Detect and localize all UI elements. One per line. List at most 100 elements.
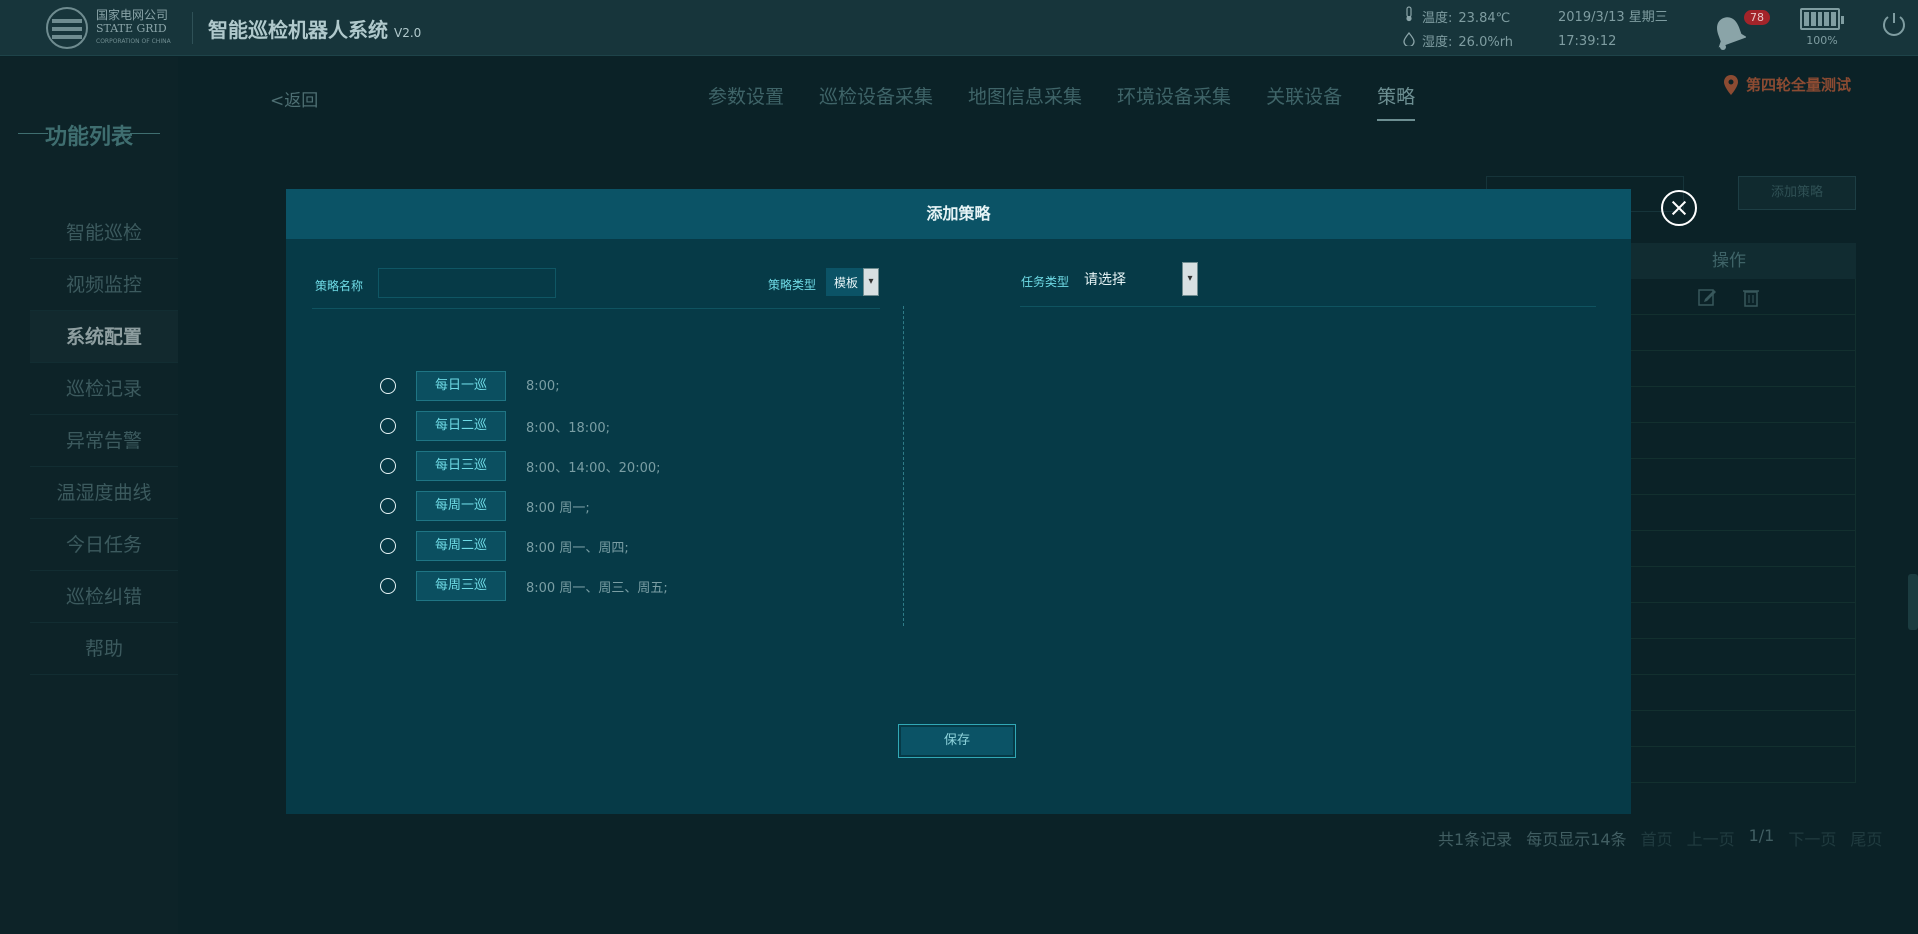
temperature-label: 温度:: [1422, 10, 1453, 26]
template-button[interactable]: 每周一巡: [416, 491, 506, 521]
sidebar-item-humidity-curve[interactable]: 温湿度曲线: [30, 467, 178, 519]
template-button[interactable]: 每周二巡: [416, 531, 506, 561]
datetime: 2019/3/13 星期三 17:39:12: [1558, 6, 1668, 54]
task-type-value: 请选择: [1084, 272, 1126, 288]
time-text: 17:39:12: [1558, 34, 1617, 49]
header-divider: [192, 12, 193, 44]
strategy-type-select[interactable]: 模板 ▾: [826, 268, 879, 296]
app-version: V2.0: [394, 26, 422, 40]
pager-per-page: 每页显示14条: [1526, 830, 1627, 849]
pager-last[interactable]: 尾页: [1850, 826, 1882, 850]
chevron-down-icon: ▾: [1182, 262, 1198, 296]
sidebar-item-patrol-correction[interactable]: 巡检纠错: [30, 571, 178, 623]
template-option[interactable]: 每周一巡 8:00 周一;: [380, 486, 668, 526]
tab-params[interactable]: 参数设置: [708, 82, 784, 121]
app-title-text: 智能巡检机器人系统: [208, 18, 388, 42]
table-row: [1630, 747, 1856, 783]
task-type-label: 任务类型: [1021, 275, 1070, 289]
template-option-list: 每日一巡 8:00; 每日二巡 8:00、18:00; 每日三巡 8:00、14…: [380, 366, 668, 606]
sidebar-item-alarms[interactable]: 异常告警: [30, 415, 178, 467]
pager-next[interactable]: 下一页: [1788, 826, 1836, 850]
tab-strategy[interactable]: 策略: [1377, 82, 1416, 121]
power-button[interactable]: [1880, 10, 1908, 38]
edit-icon[interactable]: [1697, 287, 1717, 307]
battery-percent: 100%: [1806, 34, 1838, 47]
state-grid-emblem-icon: [46, 7, 88, 49]
strategy-name-input[interactable]: [378, 268, 556, 298]
template-button[interactable]: 每日一巡: [416, 371, 506, 401]
tab-env-device-collect[interactable]: 环境设备采集: [1117, 82, 1231, 121]
template-time: 8:00 周一、周三、周五;: [526, 580, 668, 596]
sidebar-item-video-monitor[interactable]: 视频监控: [30, 259, 178, 311]
power-icon: [1883, 13, 1905, 36]
table-row: [1630, 639, 1856, 675]
table-row: [1630, 495, 1856, 531]
template-option[interactable]: 每周二巡 8:00 周一、周四;: [380, 526, 668, 566]
environment-readout: 温度: 23.84℃ 湿度: 26.0%rh: [1402, 6, 1513, 55]
sidebar-item-system-config[interactable]: 系统配置: [30, 311, 178, 363]
template-option[interactable]: 每日一巡 8:00;: [380, 366, 668, 406]
water-drop-icon: [1402, 31, 1416, 55]
pager-first[interactable]: 首页: [1641, 826, 1673, 850]
back-link[interactable]: <返回: [270, 86, 318, 111]
template-time: 8:00 周一、周四;: [526, 540, 629, 556]
sidebar-title: 功能列表: [0, 119, 178, 151]
thermometer-icon: [1402, 6, 1416, 31]
template-time: 8:00;: [526, 378, 560, 394]
template-button[interactable]: 每日三巡: [416, 451, 506, 481]
sidebar: 功能列表 智能巡检 视频监控 系统配置 巡检记录 异常告警 温湿度曲线 今日任务…: [0, 57, 178, 934]
humidity-label: 湿度:: [1422, 35, 1453, 50]
save-button[interactable]: 保存: [898, 724, 1016, 758]
tab-linked-devices[interactable]: 关联设备: [1266, 82, 1342, 121]
trash-icon[interactable]: [1741, 287, 1761, 307]
strategy-name-label: 策略名称: [315, 279, 364, 293]
pager-total: 共1条记录: [1438, 830, 1513, 849]
template-button[interactable]: 每日二巡: [416, 411, 506, 441]
template-time: 8:00 周一;: [526, 500, 590, 516]
left-divider: [312, 308, 880, 309]
radio-button[interactable]: [380, 538, 396, 554]
template-button[interactable]: 每周三巡: [416, 571, 506, 601]
sidebar-item-patrol-records[interactable]: 巡检记录: [30, 363, 178, 415]
close-dialog-button[interactable]: [1661, 190, 1697, 226]
location-indicator[interactable]: 第四轮全量测试: [1724, 74, 1851, 95]
table-header-action: 操作: [1630, 243, 1856, 279]
dashed-vertical-divider: [903, 306, 904, 626]
alarm-bell-button[interactable]: 78: [1706, 4, 1770, 52]
sidebar-item-help[interactable]: 帮助: [30, 623, 178, 675]
logo-sub-text: CORPORATION OF CHINA: [96, 37, 171, 45]
location-pin-icon: [1724, 74, 1738, 95]
sidebar-item-smart-patrol[interactable]: 智能巡检: [30, 207, 178, 259]
radio-button[interactable]: [380, 378, 396, 394]
date-text: 2019/3/13 星期三: [1558, 10, 1668, 25]
table-row: [1630, 387, 1856, 423]
alarm-count-badge: 78: [1744, 10, 1770, 25]
add-strategy-button[interactable]: 添加策略: [1738, 176, 1856, 210]
radio-button[interactable]: [380, 498, 396, 514]
template-option[interactable]: 每日二巡 8:00、18:00;: [380, 406, 668, 446]
location-text: 第四轮全量测试: [1746, 76, 1852, 94]
right-divider: [1020, 306, 1596, 307]
task-type-select[interactable]: 请选择 ▾: [1078, 262, 1198, 296]
bell-icon: [1717, 17, 1746, 50]
scrollbar-handle[interactable]: [1908, 574, 1918, 630]
table-row: [1630, 531, 1856, 567]
radio-button[interactable]: [380, 578, 396, 594]
logo-cn-text: 国家电网公司: [96, 7, 169, 22]
chevron-down-icon: ▾: [863, 268, 879, 296]
battery-icon: [1800, 8, 1844, 30]
table-row: [1630, 711, 1856, 747]
table-row: [1630, 351, 1856, 387]
battery-indicator: 100%: [1800, 8, 1844, 47]
radio-button[interactable]: [380, 458, 396, 474]
template-option[interactable]: 每周三巡 8:00 周一、周三、周五;: [380, 566, 668, 606]
sidebar-item-today-tasks[interactable]: 今日任务: [30, 519, 178, 571]
template-option[interactable]: 每日三巡 8:00、14:00、20:00;: [380, 446, 668, 486]
pager-prev[interactable]: 上一页: [1687, 826, 1735, 850]
tab-map-collect[interactable]: 地图信息采集: [968, 82, 1082, 121]
radio-button[interactable]: [380, 418, 396, 434]
table-row: [1630, 315, 1856, 351]
tab-device-collect[interactable]: 巡检设备采集: [819, 82, 933, 121]
dialog-title: 添加策略: [286, 189, 1631, 239]
state-grid-logo: 国家电网公司 STATE GRID CORPORATION OF CHINA: [46, 6, 186, 50]
